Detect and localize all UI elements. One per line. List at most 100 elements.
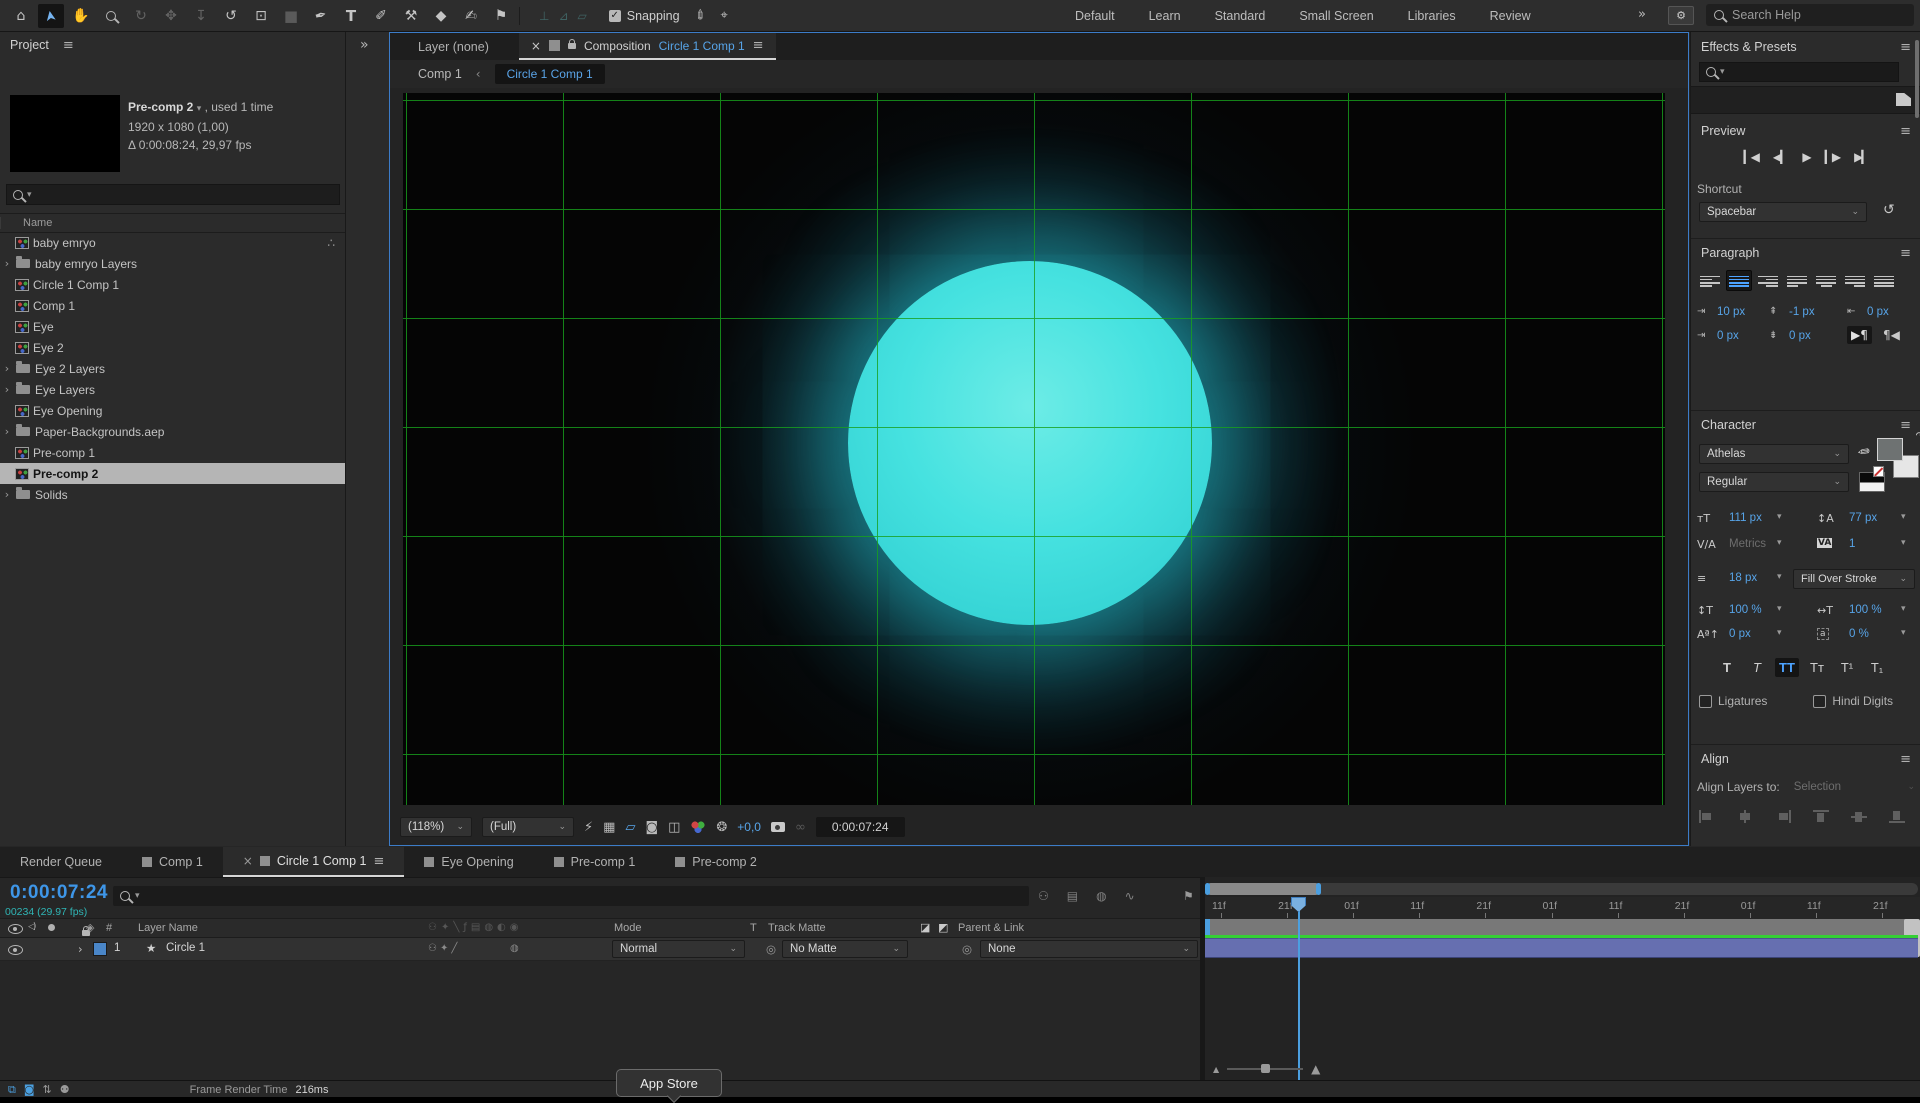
justify-last-center-button[interactable] — [1813, 270, 1839, 291]
project-name-column-header[interactable]: Name — [0, 213, 345, 233]
panel-menu-icon[interactable]: ≡ — [1900, 40, 1911, 55]
project-item[interactable]: ›Paper-Backgrounds.aep — [0, 421, 345, 442]
resolution-dropdown[interactable]: (Full)⌄ — [482, 817, 574, 837]
panel-menu-icon[interactable]: ≡ — [1900, 124, 1911, 139]
align-vertical-center-button[interactable] — [1851, 810, 1867, 823]
workspace-settings-icon[interactable]: ⚙ — [1668, 6, 1694, 25]
layer-row[interactable]: › 1 ★ Circle 1 ⚇✦╱ ◍ Normal⌄ ◎ No Matte⌄… — [0, 938, 1200, 961]
folder-chevron-icon[interactable]: › — [0, 362, 14, 375]
world-axis-mode-icon[interactable]: ⊿ — [558, 9, 568, 23]
workspace-learn[interactable]: Learn — [1132, 9, 1198, 23]
graph-editor-toggle-icon[interactable]: ∿ — [1125, 889, 1135, 903]
blend-mode-dropdown[interactable]: Normal⌄ — [612, 940, 745, 958]
zoom-slider-handle[interactable] — [1261, 1064, 1270, 1073]
timeline-tab-pre-comp-2[interactable]: Pre-comp 2 — [655, 847, 777, 877]
align-vertical-top-button[interactable] — [1813, 810, 1829, 823]
project-item[interactable]: Eye — [0, 316, 345, 337]
layer-duration-bar[interactable] — [1205, 938, 1918, 958]
project-item[interactable]: ›Eye Layers — [0, 379, 345, 400]
show-snapshot-icon[interactable]: ∞ — [795, 820, 806, 835]
zoom-slider-track[interactable] — [1227, 1068, 1303, 1070]
track-matte-dropdown[interactable]: No Matte⌄ — [782, 940, 908, 958]
dolly-camera-tool[interactable]: ↧ — [188, 4, 214, 28]
snapping-checkbox[interactable]: ✓ — [609, 10, 621, 22]
timeline-tab-circle-1-comp-1[interactable]: ×Circle 1 Comp 1≡ — [223, 847, 405, 877]
timeline-timecode[interactable]: 0:00:07:24 — [10, 882, 108, 904]
fill-color-swatch[interactable] — [1877, 438, 1903, 461]
gpu-status-icon[interactable]: ◙ — [24, 1083, 35, 1096]
project-item[interactable]: Pre-comp 2 — [0, 463, 345, 484]
home-tool[interactable]: ⌂ — [8, 4, 34, 28]
align-horizontal-right-button[interactable] — [1775, 810, 1791, 823]
align-left-button[interactable] — [1697, 270, 1723, 291]
layer-switches-icons[interactable]: ⚇✦╱ — [428, 943, 460, 954]
project-search-input[interactable]: ▾ — [6, 184, 340, 205]
mask-visibility-icon[interactable]: ▱ — [625, 820, 635, 835]
composition-viewport[interactable] — [403, 93, 1665, 805]
roto-brush-tool[interactable]: ✍ — [458, 4, 484, 28]
ltr-paragraph-button[interactable]: ▶¶ — [1847, 326, 1872, 344]
pan-camera-tool[interactable]: ✥ — [158, 4, 184, 28]
timeline-tab-pre-comp-1[interactable]: Pre-comp 1 — [534, 847, 656, 877]
magnification-dropdown[interactable]: (118%)⌄ — [400, 817, 472, 837]
type-tool[interactable]: T — [338, 4, 364, 28]
justify-last-right-button[interactable] — [1842, 270, 1868, 291]
work-area-bar[interactable] — [1205, 919, 1918, 935]
caret-icon[interactable]: ▾ — [1901, 628, 1906, 638]
align-center-button[interactable] — [1726, 270, 1752, 291]
project-item[interactable]: Comp 1 — [0, 295, 345, 316]
layer-visibility-icon[interactable] — [8, 945, 23, 955]
parent-pickwhip-icon[interactable]: ◎ — [962, 942, 972, 956]
align-horizontal-left-button[interactable] — [1699, 810, 1715, 823]
timeline-navigator-handle[interactable] — [1205, 883, 1321, 895]
align-layers-value[interactable]: Selection — [1794, 781, 1841, 793]
workspace-overflow-icon[interactable]: » — [1638, 7, 1646, 22]
no-color-swatch[interactable] — [1873, 466, 1884, 477]
baseline-shift-value[interactable]: 0 px — [1729, 628, 1751, 640]
font-size-value[interactable]: 111 px — [1729, 512, 1762, 524]
faux-bold-button[interactable]: T — [1715, 658, 1739, 677]
guides-options-icon[interactable]: ◫ — [668, 820, 680, 835]
hindi-digits-checkbox[interactable] — [1813, 695, 1826, 708]
first-frame-button[interactable]: ▎◀ — [1743, 150, 1757, 164]
project-item[interactable]: baby emryo∴ — [0, 232, 345, 253]
space-before-value[interactable]: -1 px — [1789, 306, 1815, 318]
layer-name[interactable]: Circle 1 — [166, 942, 205, 954]
timeline-navigator-track[interactable] — [1205, 883, 1918, 895]
time-ruler[interactable]: 11f21f01f11f21f01f11f21f01f11f21f — [1205, 897, 1920, 920]
space-after-value[interactable]: 0 px — [1789, 330, 1811, 342]
pan-behind-tool[interactable]: ⊡ — [248, 4, 274, 28]
faux-italic-button[interactable]: T — [1745, 658, 1769, 677]
caret-icon[interactable]: ▾ — [1777, 572, 1782, 582]
caret-icon[interactable]: ▾ — [1777, 604, 1782, 614]
hand-tool[interactable]: ✋ — [68, 4, 94, 28]
puppet-pin-tool[interactable]: ⚑ — [488, 4, 514, 28]
help-search-input[interactable]: Search Help — [1706, 4, 1914, 26]
exposure-reset-icon[interactable]: ❂ — [716, 820, 727, 835]
eyedropper-icon[interactable]: ✐ — [1855, 440, 1874, 460]
stroke-style-dropdown[interactable]: Fill Over Stroke⌄ — [1793, 569, 1915, 589]
font-style-dropdown[interactable]: Regular⌄ — [1699, 472, 1849, 492]
last-frame-button[interactable]: ▶▎ — [1854, 150, 1868, 164]
font-family-dropdown[interactable]: Athelas⌄ — [1699, 444, 1849, 464]
tab-layer-viewer[interactable]: Layer (none) — [390, 33, 519, 60]
transparency-grid-icon[interactable]: ▦ — [603, 820, 615, 835]
unlocked-icon[interactable] — [568, 43, 576, 49]
leading-value[interactable]: 77 px — [1849, 512, 1877, 524]
ligatures-checkbox[interactable] — [1699, 695, 1712, 708]
snap-angle-icon[interactable]: ✐ — [692, 6, 710, 24]
workspace-default[interactable]: Default — [1058, 9, 1132, 23]
project-item[interactable]: ›Solids — [0, 484, 345, 505]
superscript-button[interactable]: T¹ — [1835, 658, 1859, 677]
justify-all-button[interactable] — [1871, 270, 1897, 291]
project-item[interactable]: Pre-comp 1 — [0, 442, 345, 463]
layer-expand-chevron-icon[interactable]: › — [78, 942, 83, 956]
zoom-tool[interactable] — [98, 4, 124, 28]
layer-motion-blur-icon[interactable]: ◍ — [510, 943, 519, 954]
user-icon[interactable]: ⚉ — [60, 1083, 70, 1096]
snapshot-icon[interactable] — [771, 822, 785, 832]
project-item[interactable]: Eye Opening — [0, 400, 345, 421]
project-item[interactable]: ›Eye 2 Layers — [0, 358, 345, 379]
subscript-button[interactable]: T₁ — [1865, 658, 1889, 677]
clone-stamp-tool[interactable]: ⚒ — [398, 4, 424, 28]
